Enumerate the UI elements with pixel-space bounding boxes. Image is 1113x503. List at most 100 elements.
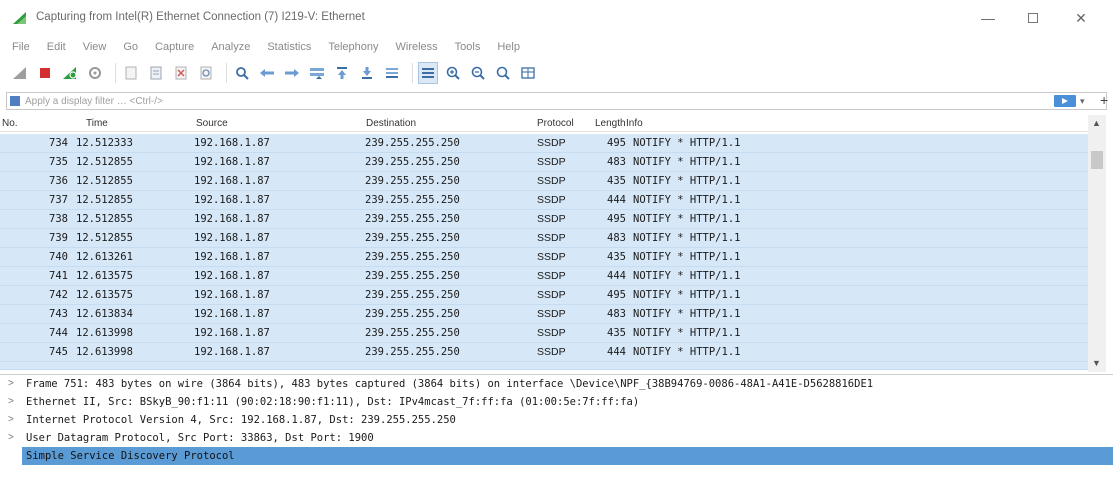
close-file-button[interactable] bbox=[171, 62, 191, 84]
maximize-icon bbox=[1028, 13, 1038, 23]
last-packet-button[interactable] bbox=[357, 62, 377, 84]
menu-view[interactable]: View bbox=[73, 38, 114, 56]
shark-fin-start-icon bbox=[13, 67, 26, 79]
first-packet-button[interactable] bbox=[332, 62, 352, 84]
filter-bookmark-icon[interactable] bbox=[10, 96, 20, 106]
detail-tree-item[interactable]: >Simple Service Discovery Protocol bbox=[22, 447, 1113, 465]
menu-analyze[interactable]: Analyze bbox=[201, 38, 257, 56]
display-filter-input[interactable] bbox=[25, 94, 1025, 109]
scroll-down-icon[interactable]: ▼ bbox=[1092, 358, 1101, 368]
detail-tree-label: Ethernet II, Src: BSkyB_90:f1:11 (90:02:… bbox=[26, 396, 640, 408]
packet-time: 12.613834 bbox=[76, 308, 133, 320]
open-file-icon bbox=[125, 66, 137, 80]
packet-time: 12.613575 bbox=[76, 289, 133, 301]
packet-row[interactable]: 736 12.512855 192.168.1.87 239.255.255.250 S… bbox=[0, 172, 1088, 191]
packet-protocol: SSDP bbox=[537, 289, 566, 301]
packet-list-scrollbar[interactable]: ▲ ▼ bbox=[1088, 115, 1106, 372]
packet-info: NOTIFY * HTTP/1.1 bbox=[633, 175, 741, 187]
packet-row[interactable]: 739 12.512855 192.168.1.87 239.255.255.250 S… bbox=[0, 229, 1088, 248]
packet-source: 192.168.1.87 bbox=[194, 137, 270, 149]
menu-file[interactable]: File bbox=[0, 38, 37, 56]
stop-capture-button[interactable] bbox=[35, 62, 55, 84]
minimize-button[interactable]: — bbox=[973, 8, 1003, 28]
go-forward-button[interactable] bbox=[282, 62, 302, 84]
last-packet-icon bbox=[362, 67, 372, 79]
save-file-icon bbox=[150, 66, 162, 80]
packet-info: NOTIFY * HTTP/1.1 bbox=[633, 289, 741, 301]
start-capture-button[interactable] bbox=[10, 62, 30, 84]
column-header-info[interactable]: Info bbox=[626, 118, 643, 129]
packet-destination: 239.255.255.250 bbox=[365, 194, 460, 206]
zoom-out-button[interactable] bbox=[468, 62, 488, 84]
packet-details-pane: > Frame 751: 483 bytes on wire (3864 bits… bbox=[0, 374, 1113, 503]
packet-row[interactable]: 743 12.613834 192.168.1.87 239.255.255.250 S… bbox=[0, 305, 1088, 324]
normal-size-button[interactable] bbox=[493, 62, 513, 84]
go-to-packet-button[interactable] bbox=[307, 62, 327, 84]
open-file-button[interactable] bbox=[121, 62, 141, 84]
scroll-thumb[interactable] bbox=[1091, 151, 1103, 169]
packet-source: 192.168.1.87 bbox=[194, 175, 270, 187]
column-header-protocol[interactable]: Protocol bbox=[537, 118, 574, 129]
filter-history-dropdown[interactable]: ▾ bbox=[1080, 93, 1085, 109]
menu-go[interactable]: Go bbox=[113, 38, 145, 56]
expand-chevron-icon[interactable]: > bbox=[8, 432, 14, 443]
resize-columns-button[interactable] bbox=[518, 62, 538, 84]
save-file-button[interactable] bbox=[146, 62, 166, 84]
packet-row[interactable]: 734 12.512333 192.168.1.87 239.255.255.250 S… bbox=[0, 134, 1088, 153]
packet-length: 483 bbox=[607, 232, 626, 244]
column-header-length[interactable]: Length bbox=[595, 118, 626, 129]
add-filter-button[interactable]: + bbox=[1100, 92, 1108, 108]
detail-tree-item[interactable]: > Ethernet II, Src: BSkyB_90:f1:11 (90:02… bbox=[0, 393, 1113, 411]
toolbar-separator bbox=[412, 63, 413, 83]
expand-chevron-icon[interactable]: > bbox=[8, 396, 14, 407]
packet-row[interactable]: 745 12.613998 192.168.1.87 239.255.255.250 S… bbox=[0, 343, 1088, 362]
reload-icon bbox=[200, 66, 212, 80]
menu-edit[interactable]: Edit bbox=[37, 38, 73, 56]
packet-row[interactable]: 737 12.512855 192.168.1.87 239.255.255.250 S… bbox=[0, 191, 1088, 210]
apply-filter-button[interactable] bbox=[1054, 95, 1076, 107]
packet-list: No. Time Source Destination Protocol Len… bbox=[0, 115, 1100, 372]
menu-capture[interactable]: Capture bbox=[145, 38, 201, 56]
close-button[interactable]: ✕ bbox=[1066, 8, 1096, 28]
menu-help[interactable]: Help bbox=[487, 38, 527, 56]
capture-options-button[interactable] bbox=[85, 62, 105, 84]
zoom-in-button[interactable] bbox=[443, 62, 463, 84]
packet-protocol: SSDP bbox=[537, 194, 566, 206]
menu-tools[interactable]: Tools bbox=[445, 38, 488, 56]
reload-file-button[interactable] bbox=[196, 62, 216, 84]
menu-statistics[interactable]: Statistics bbox=[257, 38, 318, 56]
menu-wireless[interactable]: Wireless bbox=[386, 38, 445, 56]
packet-source: 192.168.1.87 bbox=[194, 289, 270, 301]
go-back-button[interactable] bbox=[257, 62, 277, 84]
detail-tree-item[interactable]: > Frame 751: 483 bytes on wire (3864 bits… bbox=[0, 375, 1113, 393]
packet-destination: 239.255.255.250 bbox=[365, 289, 460, 301]
find-packet-button[interactable] bbox=[232, 62, 252, 84]
column-header-destination[interactable]: Destination bbox=[366, 118, 416, 129]
column-header-time[interactable]: Time bbox=[86, 118, 108, 129]
packet-number: 735 bbox=[49, 156, 68, 168]
restart-capture-button[interactable] bbox=[60, 62, 80, 84]
find-packet-icon bbox=[236, 67, 249, 80]
autoscroll-button[interactable] bbox=[382, 62, 402, 84]
column-header-source[interactable]: Source bbox=[196, 118, 228, 129]
scroll-up-icon[interactable]: ▲ bbox=[1092, 118, 1101, 128]
maximize-button[interactable] bbox=[1018, 8, 1048, 28]
colorize-button[interactable] bbox=[418, 62, 438, 84]
packet-time: 12.613575 bbox=[76, 270, 133, 282]
packet-row[interactable]: 740 12.613261 192.168.1.87 239.255.255.250 S… bbox=[0, 248, 1088, 267]
detail-tree-item[interactable]: > User Datagram Protocol, Src Port: 33863… bbox=[0, 429, 1113, 447]
detail-tree-item[interactable]: > Internet Protocol Version 4, Src: 192.1… bbox=[0, 411, 1113, 429]
packet-row[interactable]: 735 12.512855 192.168.1.87 239.255.255.250 S… bbox=[0, 153, 1088, 172]
expand-chevron-icon[interactable]: > bbox=[8, 378, 14, 389]
packet-info: NOTIFY * HTTP/1.1 bbox=[633, 327, 741, 339]
packet-row[interactable]: 742 12.613575 192.168.1.87 239.255.255.250 S… bbox=[0, 286, 1088, 305]
detail-tree-label: Simple Service Discovery Protocol bbox=[26, 450, 235, 462]
packet-row[interactable]: 738 12.512855 192.168.1.87 239.255.255.250 S… bbox=[0, 210, 1088, 229]
packet-row[interactable]: 741 12.613575 192.168.1.87 239.255.255.250 S… bbox=[0, 267, 1088, 286]
packet-number: 745 bbox=[49, 346, 68, 358]
expand-chevron-icon[interactable]: > bbox=[8, 414, 14, 425]
column-header-no[interactable]: No. bbox=[2, 118, 18, 129]
menu-telephony[interactable]: Telephony bbox=[318, 38, 385, 56]
packet-info: NOTIFY * HTTP/1.1 bbox=[633, 251, 741, 263]
packet-row[interactable]: 744 12.613998 192.168.1.87 239.255.255.250 S… bbox=[0, 324, 1088, 343]
